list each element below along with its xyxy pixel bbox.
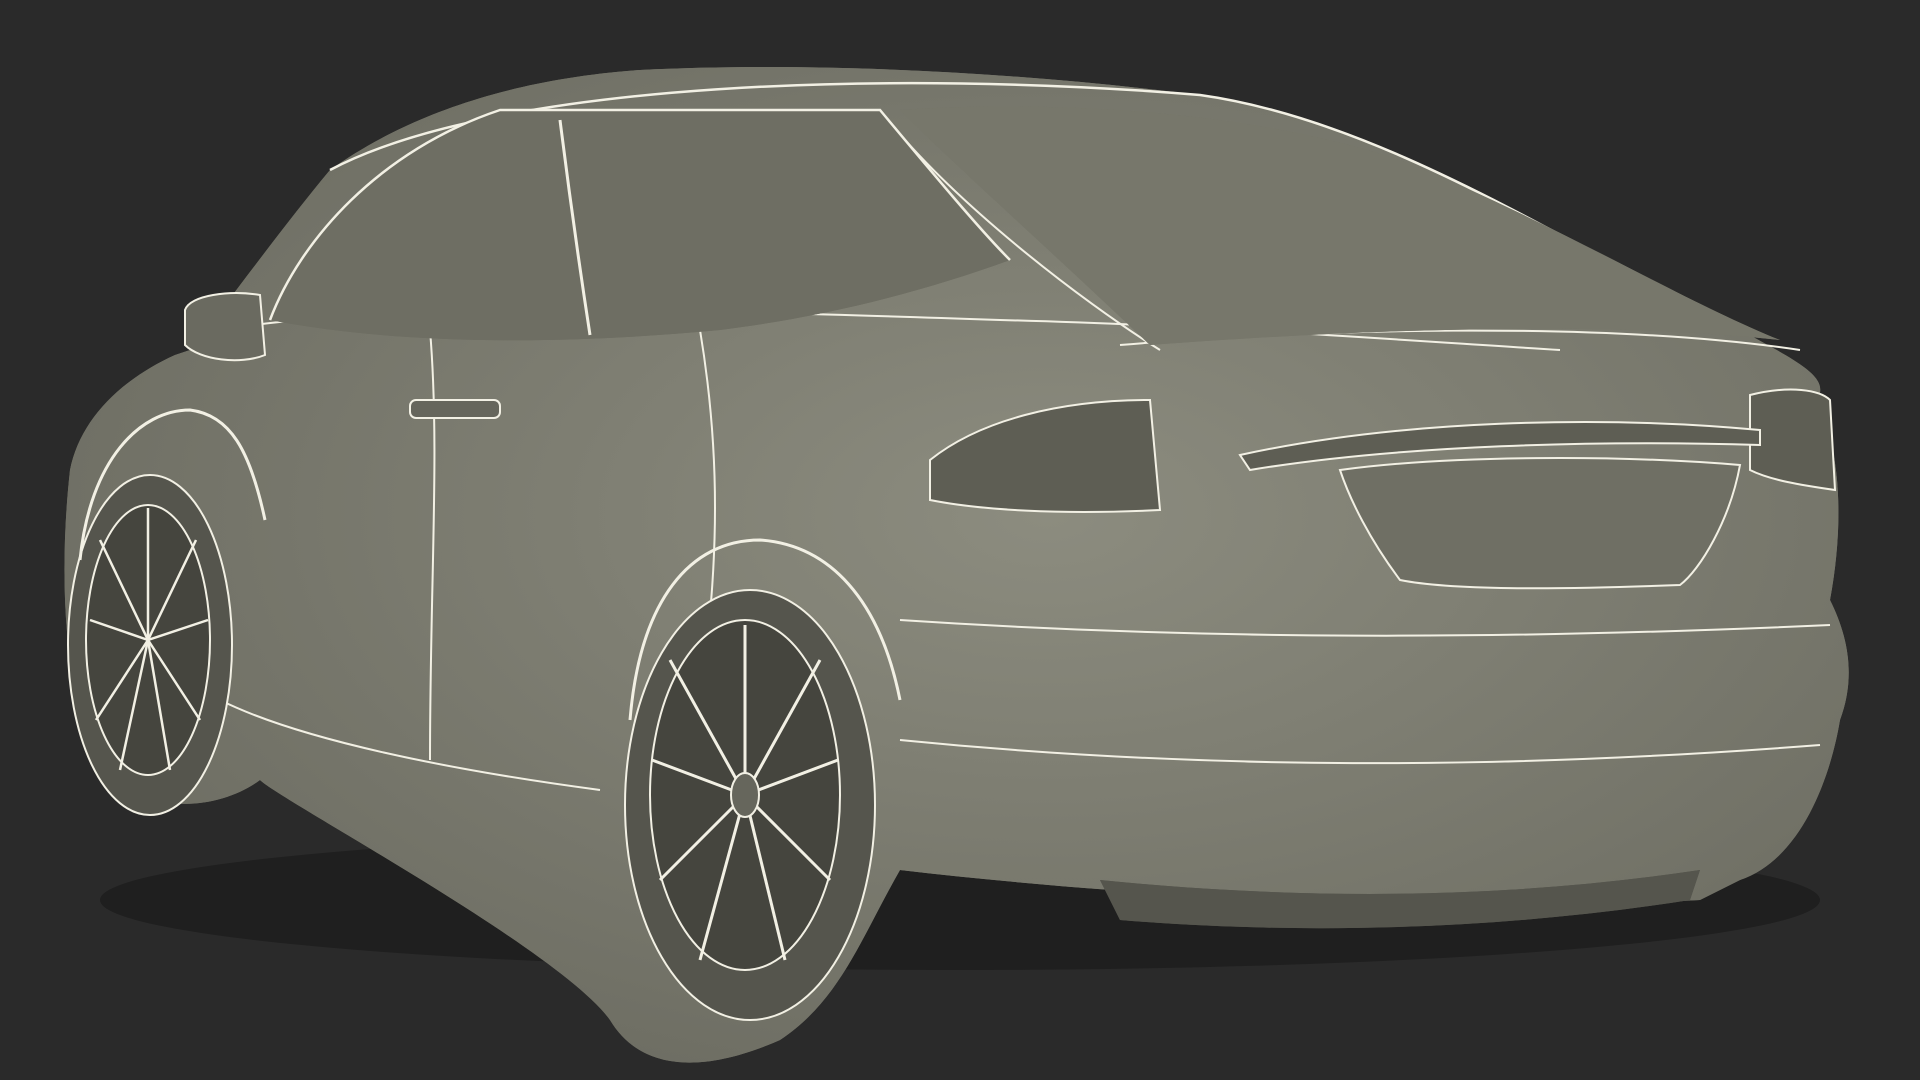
render-viewport (0, 0, 1920, 1080)
car-wireframe-render (64, 67, 1849, 1063)
rear-hub (730, 772, 760, 818)
door-handle (409, 399, 501, 419)
license-plate-recess (1338, 457, 1742, 590)
tail-light-right (1749, 388, 1837, 492)
rear-wheel (624, 589, 876, 1021)
front-wheel (67, 474, 233, 816)
side-mirror (184, 292, 267, 362)
